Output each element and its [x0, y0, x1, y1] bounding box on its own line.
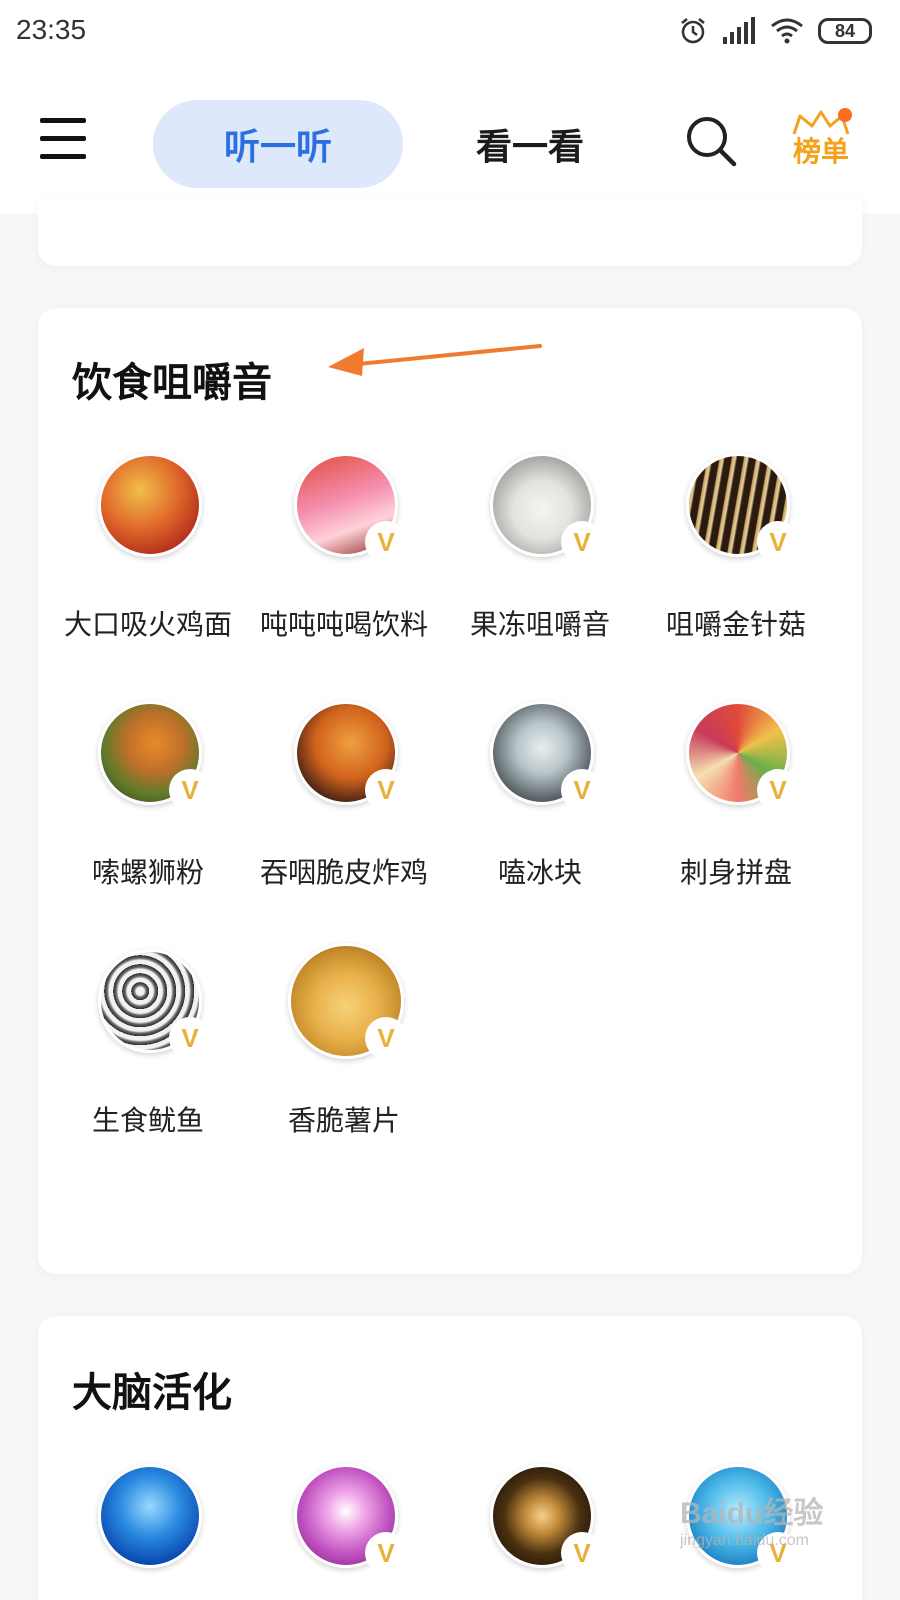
arrow-annotation [328, 344, 542, 376]
status-bar: 23:35 84 [0, 0, 900, 64]
sound-item[interactable]: V 香脆薯片 [244, 943, 444, 1149]
sound-item[interactable]: V [440, 1464, 640, 1600]
item-label: 刺身拼盘 [679, 856, 792, 889]
vip-badge-icon: V [561, 521, 603, 563]
sound-item[interactable]: V 吨吨吨喝饮料 [244, 453, 444, 653]
section-title: 饮食咀嚼音 [72, 360, 272, 406]
sound-item[interactable]: V 刺身拼盘 [636, 701, 836, 901]
top-nav: 听一听 看一看 榜单 [0, 64, 900, 214]
watermark-brand: Baidu经验 [680, 1497, 824, 1530]
vip-badge-icon: V [365, 521, 407, 563]
ranking-button[interactable]: 榜单 [786, 108, 856, 178]
item-label: 嗦螺狮粉 [91, 856, 204, 889]
watermark-url: jingyan.baidu.com [680, 1532, 809, 1549]
vip-badge-icon: V [365, 1017, 407, 1059]
sound-item[interactable]: V [244, 1464, 444, 1600]
item-label: 吞咽脆皮炸鸡 [259, 856, 428, 889]
item-label: 香脆薯片 [287, 1104, 400, 1137]
section-card: 大脑活化 V V V [38, 1316, 862, 1600]
battery-indicator: 84 [818, 18, 872, 44]
item-label: 果冻咀嚼音 [469, 608, 610, 641]
vip-badge-icon: V [561, 1532, 603, 1574]
search-icon[interactable] [684, 114, 738, 168]
sound-item[interactable]: V 咀嚼金针菇 [636, 453, 836, 653]
vip-badge-icon: V [169, 1017, 211, 1059]
sound-item[interactable]: V 果冻咀嚼音 [440, 453, 640, 653]
watermark: Baidu经验 jingyan.baidu.com [680, 1488, 880, 1550]
sound-item[interactable]: V 嗦螺狮粉 [48, 701, 248, 901]
alarm-icon [681, 18, 705, 44]
wifi-icon [771, 18, 803, 44]
menu-icon[interactable] [40, 118, 86, 162]
status-icons: 84 [678, 14, 872, 48]
tab-watch[interactable]: 看一看 [440, 100, 620, 188]
sound-item[interactable]: 大口吸火鸡面 [48, 453, 248, 653]
item-label: 吨吨吨喝饮料 [259, 608, 428, 641]
vip-badge-icon: V [365, 1532, 407, 1574]
item-label: 生食鱿鱼 [91, 1104, 204, 1137]
vip-badge-icon: V [757, 521, 799, 563]
vip-badge-icon: V [561, 769, 603, 811]
tab-listen[interactable]: 听一听 [153, 100, 403, 188]
vip-badge-icon: V [169, 769, 211, 811]
item-label: 咀嚼金针菇 [665, 608, 806, 641]
item-label: 嗑冰块 [497, 856, 582, 889]
thumbnail [98, 1464, 202, 1568]
thumbnail [98, 453, 202, 557]
section-card: 饮食咀嚼音 大口吸火鸡面 V 吨吨吨喝饮料 V 果冻咀嚼音 V 咀嚼金针菇 V … [38, 308, 862, 1274]
notification-dot [838, 108, 852, 122]
vip-badge-icon: V [365, 769, 407, 811]
ranking-label: 榜单 [792, 135, 849, 168]
sound-item[interactable]: V 生食鱿鱼 [48, 949, 248, 1149]
sound-item[interactable]: V 吞咽脆皮炸鸡 [244, 701, 444, 901]
previous-card [38, 196, 862, 266]
vip-badge-icon: V [757, 769, 799, 811]
sound-item[interactable] [48, 1464, 248, 1600]
section-title: 大脑活化 [72, 1370, 232, 1416]
item-label: 大口吸火鸡面 [63, 608, 232, 641]
sound-item[interactable]: V 嗑冰块 [440, 701, 640, 901]
status-time: 23:35 [16, 14, 87, 45]
signal-icon [723, 17, 755, 44]
